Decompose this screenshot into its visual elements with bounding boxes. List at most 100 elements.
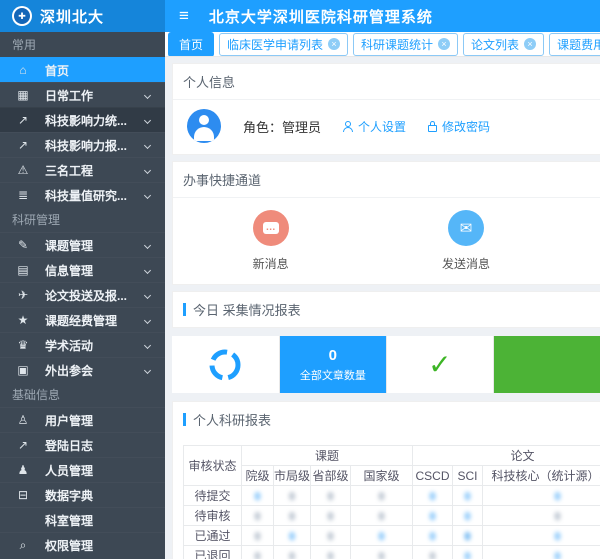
sidebar-item-0-4[interactable]: ⚠三名工程 [0,157,165,182]
table-col-header: 院级 [242,466,274,486]
collect-tile-stat[interactable]: 0全部文章数量 [279,336,386,393]
table-cell[interactable]: 0 [453,506,483,526]
content: 个人信息 角色：管理员 个人设置 修改密码 [165,57,600,559]
hamburger-menu-icon[interactable]: ≡ [179,6,189,26]
quick-action-label: 发送消息 [442,255,490,272]
chat-bubble-icon: … [263,222,279,234]
sidebar-item-0-0[interactable]: ⌂首页 [0,57,165,82]
tab-3[interactable]: 论文列表× [463,33,544,56]
sidebar-item-label: 人员管理 [45,462,165,479]
table-group-header: 论文 [413,446,600,466]
quick-action-2[interactable]: 通知公告 [564,210,600,272]
blurred-count-value: 0 [377,551,386,559]
sidebar-item-0-1[interactable]: ▦日常工作 [0,82,165,107]
table-row: 已通过0000000 [184,526,600,546]
table-cell: 0 [311,526,351,546]
table-cell[interactable]: 0 [413,526,453,546]
table-col-header: CSCD [413,466,453,486]
home-icon: ⌂ [15,63,31,77]
tab-2[interactable]: 科研课题统计 × [353,33,458,56]
pen-icon: ✎ [15,238,31,252]
sidebar-group-label: 常用 [0,32,165,57]
tab-4[interactable]: 课题费用报表× [549,33,600,56]
table-cell[interactable]: 0 [242,486,274,506]
blurred-count-value: 0 [377,511,386,523]
close-icon[interactable]: × [328,38,340,50]
collect-title-strip: 今日 采集情况报表 [172,291,600,328]
sidebar-item-0-2[interactable]: ↗科技影响力统... [0,107,165,132]
card-title-text: 办事快捷通道 [183,170,261,189]
avatar [187,109,221,143]
chevron-down-icon [144,366,151,373]
sidebar-item-label: 登陆日志 [45,437,165,454]
sidebar-item-label: 学术活动 [45,337,145,354]
quick-actions-title: 办事快捷通道 [173,162,600,198]
sidebar-item-2-5[interactable]: ⌕权限管理 [0,532,165,557]
table-cell[interactable]: 0 [483,546,600,559]
quick-action-1[interactable]: ✉ 发送消息 [368,210,563,272]
table-cell[interactable]: 0 [483,526,600,546]
table-cell[interactable]: 0 [453,526,483,546]
chevron-down-icon [144,316,151,323]
report-title-text: 个人科研报表 [193,410,271,429]
blurred-count-value: 0 [288,491,297,503]
sidebar-item-label: 日常工作 [45,87,145,104]
sidebar-item-2-2[interactable]: ♟ 人员管理 [0,457,165,482]
table-cell: 0 [242,506,274,526]
blurred-count-value: 0 [553,551,562,559]
sidebar-item-0-5[interactable]: ≣科技量值研究... [0,182,165,207]
sidebar-item-label: 课题管理 [45,237,145,254]
sidebar-item-2-4[interactable]: 科室管理 [0,507,165,532]
sidebar-item-2-3[interactable]: ⊟数据字典 [0,482,165,507]
sidebar-item-label: 数据字典 [45,487,165,504]
table-cell[interactable]: 0 [351,526,413,546]
table-cell: 0 [351,486,413,506]
table-cell[interactable]: 0 [483,486,600,506]
collect-report-section: 今日 采集情况报表 0全部文章数量✓ [172,291,600,393]
sidebar-item-1-5[interactable]: ▣外出参会 [0,357,165,382]
collect-tile-fill [493,336,600,393]
table-cell[interactable]: 0 [453,546,483,559]
envelope-icon: ✉ [460,219,473,237]
sidebar-item-1-3[interactable]: ★课题经费管理 [0,307,165,332]
sidebar-item-label: 科技影响力报... [45,137,145,154]
chevron-down-icon [144,166,151,173]
sidebar-item-0-3[interactable]: ↗科技影响力报... [0,132,165,157]
collect-tiles: 0全部文章数量✓ [172,336,600,393]
close-icon[interactable]: × [524,38,536,50]
tab-label: 科研课题统计 [361,36,433,53]
sidebar: 常用⌂首页▦日常工作↗科技影响力统...↗科技影响力报...⚠三名工程≣科技量值… [0,32,165,559]
blurred-count-value: 0 [253,551,262,559]
blurred-count-value: 0 [553,491,562,503]
stat-label: 全部文章数量 [300,367,366,383]
table-cell[interactable]: 0 [413,506,453,526]
sidebar-item-label: 三名工程 [45,162,145,179]
chevron-down-icon [144,266,151,273]
personal-settings-link[interactable]: 个人设置 [343,118,406,135]
spinner-icon [207,347,243,383]
plane-icon: ✈ [15,288,31,302]
table-cell: 0 [242,526,274,546]
users-icon: ♟ [15,463,31,477]
change-password-link[interactable]: 修改密码 [428,118,490,135]
sidebar-item-1-0[interactable]: ✎ 课题管理 [0,232,165,257]
sidebar-item-2-0[interactable]: ♙用户管理 [0,407,165,432]
sidebar-item-1-4[interactable]: ♛学术活动 [0,332,165,357]
table-cell[interactable]: 0 [413,486,453,506]
sidebar-item-1-1[interactable]: ▤信息管理 [0,257,165,282]
close-icon[interactable]: × [438,38,450,50]
sidebar-item-1-2[interactable]: ✈ 论文投送及报... [0,282,165,307]
quick-action-0[interactable]: …新消息 [173,210,368,272]
tab-label: 课题费用报表 [557,36,600,53]
sidebar-item-2-1[interactable]: ↗登陆日志 [0,432,165,457]
row-status-label: 已通过 [184,526,242,546]
table-cell: 0 [351,546,413,559]
table-cell[interactable]: 0 [453,486,483,506]
table-row: 待提交0000000 [184,486,600,506]
personal-info-title: 个人信息 [173,64,600,100]
table-cell[interactable]: 0 [274,526,311,546]
chart-icon: ↗ [15,113,31,127]
tab-1[interactable]: 临床医学申请列表× [219,33,348,56]
sidebar-item-label: 论文投送及报... [45,287,145,304]
tab-0[interactable]: 首页 [168,32,214,57]
